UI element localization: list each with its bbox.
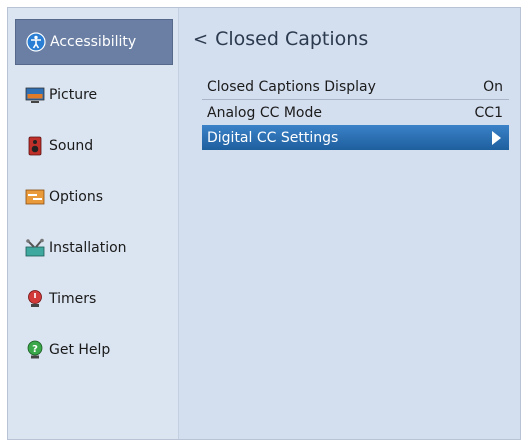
sound-icon [28,136,42,156]
sidebar-item-label: Sound [49,138,94,154]
settings-window: Accessibility Picture Sound Options Inst… [7,7,521,440]
setting-label: Closed Captions Display [207,79,376,95]
setting-value: CC1 [474,104,503,121]
back-breadcrumb[interactable]: < Closed Captions [193,28,368,50]
sidebar-item-timers[interactable]: Timers [15,276,173,322]
setting-analog-cc-mode[interactable]: Analog CC Mode CC1 [202,100,509,125]
sidebar-item-sound[interactable]: Sound [15,123,173,169]
setting-digital-cc-settings[interactable]: Digital CC Settings [202,125,509,150]
svg-text:?: ? [32,344,38,355]
page-title: Closed Captions [215,28,369,50]
sidebar-item-accessibility[interactable]: Accessibility [15,19,173,65]
sidebar-item-label: Timers [49,291,97,307]
timers-icon [28,290,42,307]
sidebar-item-label: Installation [49,240,127,256]
help-icon: ? [27,340,43,359]
sidebar-item-label: Options [49,189,104,205]
accessibility-icon [26,32,46,52]
sidebar: Accessibility Picture Sound Options Inst… [8,8,179,439]
options-icon [25,189,45,205]
installation-icon [25,238,45,257]
sidebar-item-label: Accessibility [50,34,137,50]
sidebar-item-options[interactable]: Options [15,174,173,220]
sidebar-item-installation[interactable]: Installation [15,225,173,271]
main-panel: < Closed Captions Closed Captions Displa… [179,8,520,439]
setting-label: Analog CC Mode [207,104,322,121]
chevron-left-icon: < [193,28,209,50]
arrow-right-icon [492,130,501,145]
setting-value: On [483,79,503,95]
setting-label: Digital CC Settings [207,129,339,146]
sidebar-item-picture[interactable]: Picture [15,72,173,118]
picture-icon [25,87,45,103]
setting-closed-captions-display[interactable]: Closed Captions Display On [202,75,509,100]
sidebar-item-get-help[interactable]: ? Get Help [15,327,173,373]
sidebar-item-label: Picture [49,87,98,103]
sidebar-item-label: Get Help [49,342,111,358]
